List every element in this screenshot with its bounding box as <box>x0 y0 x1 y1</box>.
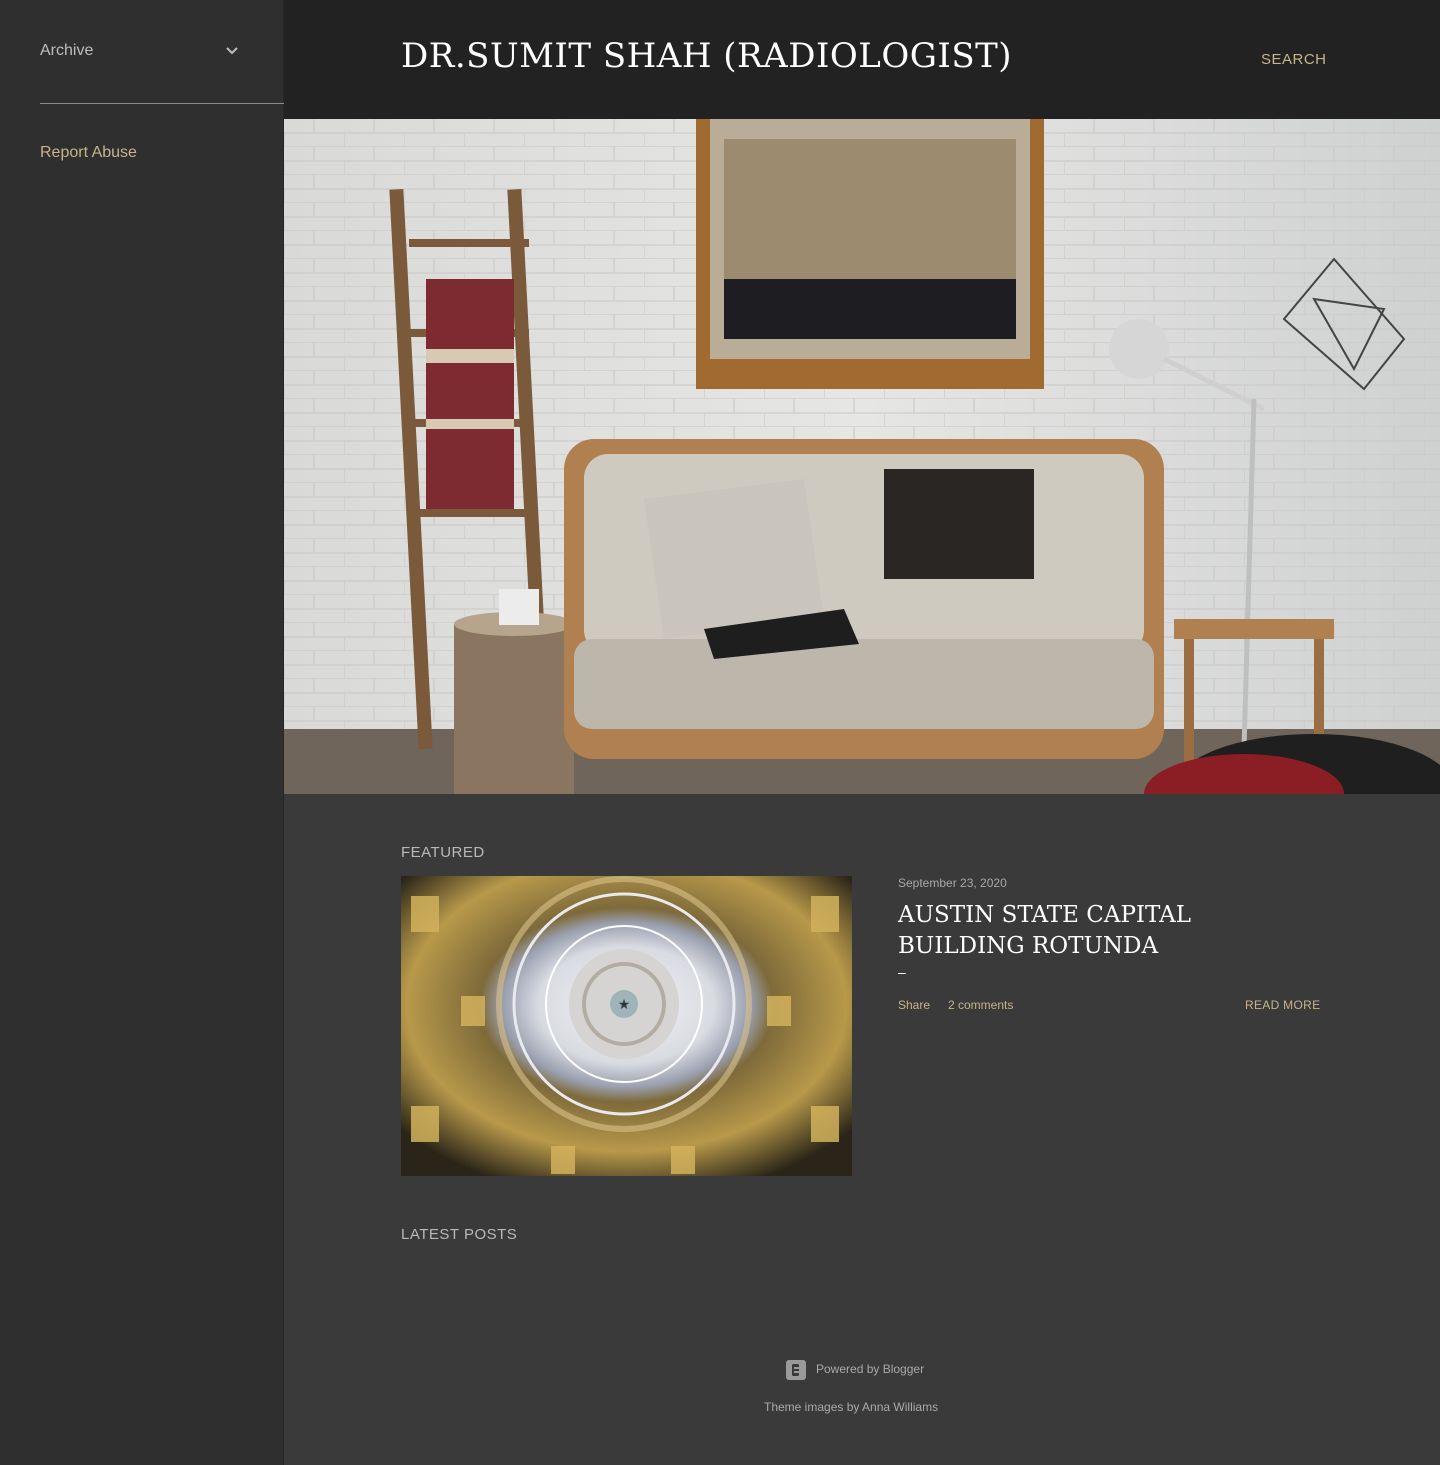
theme-credit: Theme images by Anna Williams <box>764 1400 938 1414</box>
featured-heading: FEATURED <box>401 844 485 861</box>
post-snippet: – <box>898 964 906 980</box>
latest-posts-heading: LATEST POSTS <box>401 1226 518 1243</box>
blogger-icon <box>786 1360 806 1380</box>
read-more-link[interactable]: READ MORE <box>1245 998 1320 1012</box>
share-button[interactable]: Share <box>898 998 930 1012</box>
theme-credit-prefix: Theme images by <box>764 1400 860 1414</box>
svg-text:★: ★ <box>618 997 631 1013</box>
archive-label: Archive <box>40 42 94 59</box>
hero-image <box>284 119 1440 794</box>
chevron-down-icon[interactable] <box>225 44 239 58</box>
search-button[interactable]: SEARCH <box>1261 51 1327 68</box>
theme-author-link[interactable]: Anna Williams <box>862 1400 938 1414</box>
comments-link[interactable]: 2 comments <box>948 998 1013 1012</box>
archive-dropdown[interactable]: Archive <box>40 0 284 104</box>
post-date: September 23, 2020 <box>898 876 1007 890</box>
post-title-link[interactable]: AUSTIN STATE CAPITAL BUILDING ROTUNDA <box>898 900 1322 962</box>
header: DR.SUMIT SHAH (RADIOLOGIST) SEARCH <box>284 0 1440 119</box>
featured-post-image[interactable]: ★ <box>401 876 852 1176</box>
report-abuse-link[interactable]: Report Abuse <box>40 144 137 162</box>
sidebar: Archive Report Abuse <box>0 0 284 1465</box>
powered-by-text: Powered by Blogger <box>816 1362 925 1376</box>
site-title[interactable]: DR.SUMIT SHAH (RADIOLOGIST) <box>401 36 1012 76</box>
